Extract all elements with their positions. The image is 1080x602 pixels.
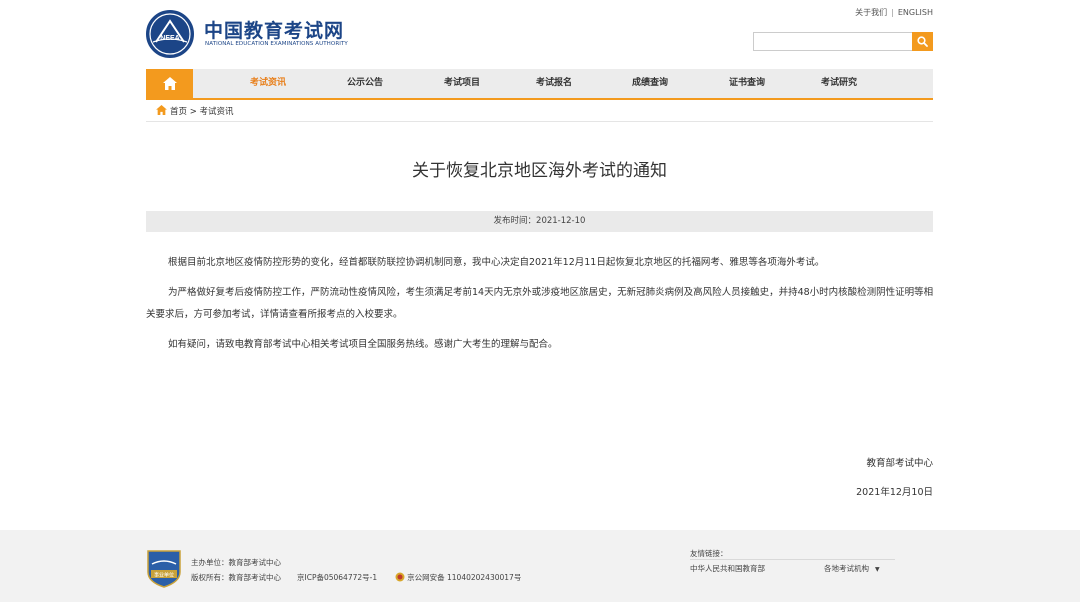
english-link[interactable]: ENGLISH xyxy=(898,8,933,17)
logo-subtitle: NATIONAL EDUCATION EXAMINATIONS AUTHORIT… xyxy=(205,41,348,47)
article-signature: 教育部考试中心 xyxy=(866,458,933,469)
publish-date: 2021-12-10 xyxy=(536,216,586,226)
public-institution-badge-icon[interactable]: 事业单位 xyxy=(147,548,181,588)
footer-info-line: 版权所有：教育部考试中心 京ICP备05064772号-1 京公网安备 110402… xyxy=(191,572,521,583)
nav-item-exam-registration[interactable]: 考试报名 xyxy=(536,69,572,98)
breadcrumb: 首页 > 考试资讯 xyxy=(156,105,234,117)
nav-item-certificate-query[interactable]: 证书查询 xyxy=(729,69,765,98)
footer-icp-link[interactable]: 京ICP备05064772号-1 xyxy=(297,573,377,582)
search-input[interactable] xyxy=(753,32,913,51)
search-button[interactable] xyxy=(912,32,933,51)
article-title: 关于恢复北京地区海外考试的通知 xyxy=(412,161,667,181)
footer-police-link[interactable]: 京公网安备 11040202430017号 xyxy=(395,572,522,582)
about-us-link[interactable]: 关于我们 xyxy=(855,8,887,17)
site-logo[interactable]: NEEA 中国教育考试网 NATIONAL EDUCATION EXAMINAT… xyxy=(146,10,348,58)
footer-sponsor: 主办单位：教育部考试中心 xyxy=(191,558,281,567)
footer-copyright: 版权所有：教育部考试中心 xyxy=(191,573,281,582)
footer: 事业单位 主办单位：教育部考试中心 版权所有：教育部考试中心 京ICP备05064… xyxy=(0,530,1080,602)
publish-date-bar: 发布时间：2021-12-10 xyxy=(146,211,933,232)
publish-date-label: 发布时间： xyxy=(493,216,537,226)
logo-title: 中国教育考试网 xyxy=(204,20,345,42)
logo-mark-text: NEEA xyxy=(160,35,179,42)
nav-item-exam-research[interactable]: 考试研究 xyxy=(821,69,857,98)
friendly-links-title: 友情链接： xyxy=(690,549,728,558)
nav-home-button[interactable] xyxy=(146,69,193,100)
link-local-exam-orgs-dropdown[interactable]: 各地考试机构 ▼ xyxy=(824,563,880,574)
article-signature-date: 2021年12月10日 xyxy=(856,487,933,498)
link-ministry-of-education[interactable]: 中华人民共和国教育部 xyxy=(690,563,765,574)
link-local-exam-orgs-label: 各地考试机构 xyxy=(824,564,869,573)
article-paragraph: 根据目前北京地区疫情防控形势的变化，经首都联防联控协调机制同意，我中心决定自20… xyxy=(168,257,825,268)
article-paragraph: 如有疑问，请致电教育部考试中心相关考试项目全国服务热线。感谢广大考生的理解与配合… xyxy=(168,339,558,350)
nav-item-announcements[interactable]: 公示公告 xyxy=(347,69,383,98)
police-badge-icon xyxy=(395,572,405,582)
search-icon xyxy=(917,36,928,47)
breadcrumb-current[interactable]: 考试资讯 xyxy=(200,107,234,117)
main-nav: 考试资讯 公示公告 考试项目 考试报名 成绩查询 证书查询 考试研究 xyxy=(146,69,933,100)
top-links-separator: | xyxy=(891,8,894,17)
home-icon xyxy=(163,77,177,90)
home-icon xyxy=(156,105,167,115)
top-links: 关于我们 | ENGLISH xyxy=(855,7,933,18)
breadcrumb-home[interactable]: 首页 xyxy=(170,107,187,117)
neea-logo-icon: NEEA xyxy=(146,10,194,58)
nav-item-score-query[interactable]: 成绩查询 xyxy=(632,69,668,98)
friendly-links-divider xyxy=(690,559,895,560)
breadcrumb-separator: > xyxy=(189,107,197,117)
chevron-down-icon: ▼ xyxy=(875,566,880,573)
breadcrumb-divider xyxy=(146,121,933,122)
footer-police-text: 京公网安备 11040202430017号 xyxy=(407,573,522,582)
nav-item-exam-news[interactable]: 考试资讯 xyxy=(250,69,286,98)
badge-text: 事业单位 xyxy=(154,572,174,579)
nav-item-exam-projects[interactable]: 考试项目 xyxy=(444,69,480,98)
search-box xyxy=(753,32,933,51)
article-paragraph: 为严格做好复考后疫情防控工作，严防流动性疫情风险，考生须满足考前14天内无京外或… xyxy=(146,287,934,320)
page: NEEA 中国教育考试网 NATIONAL EDUCATION EXAMINAT… xyxy=(0,0,1080,602)
